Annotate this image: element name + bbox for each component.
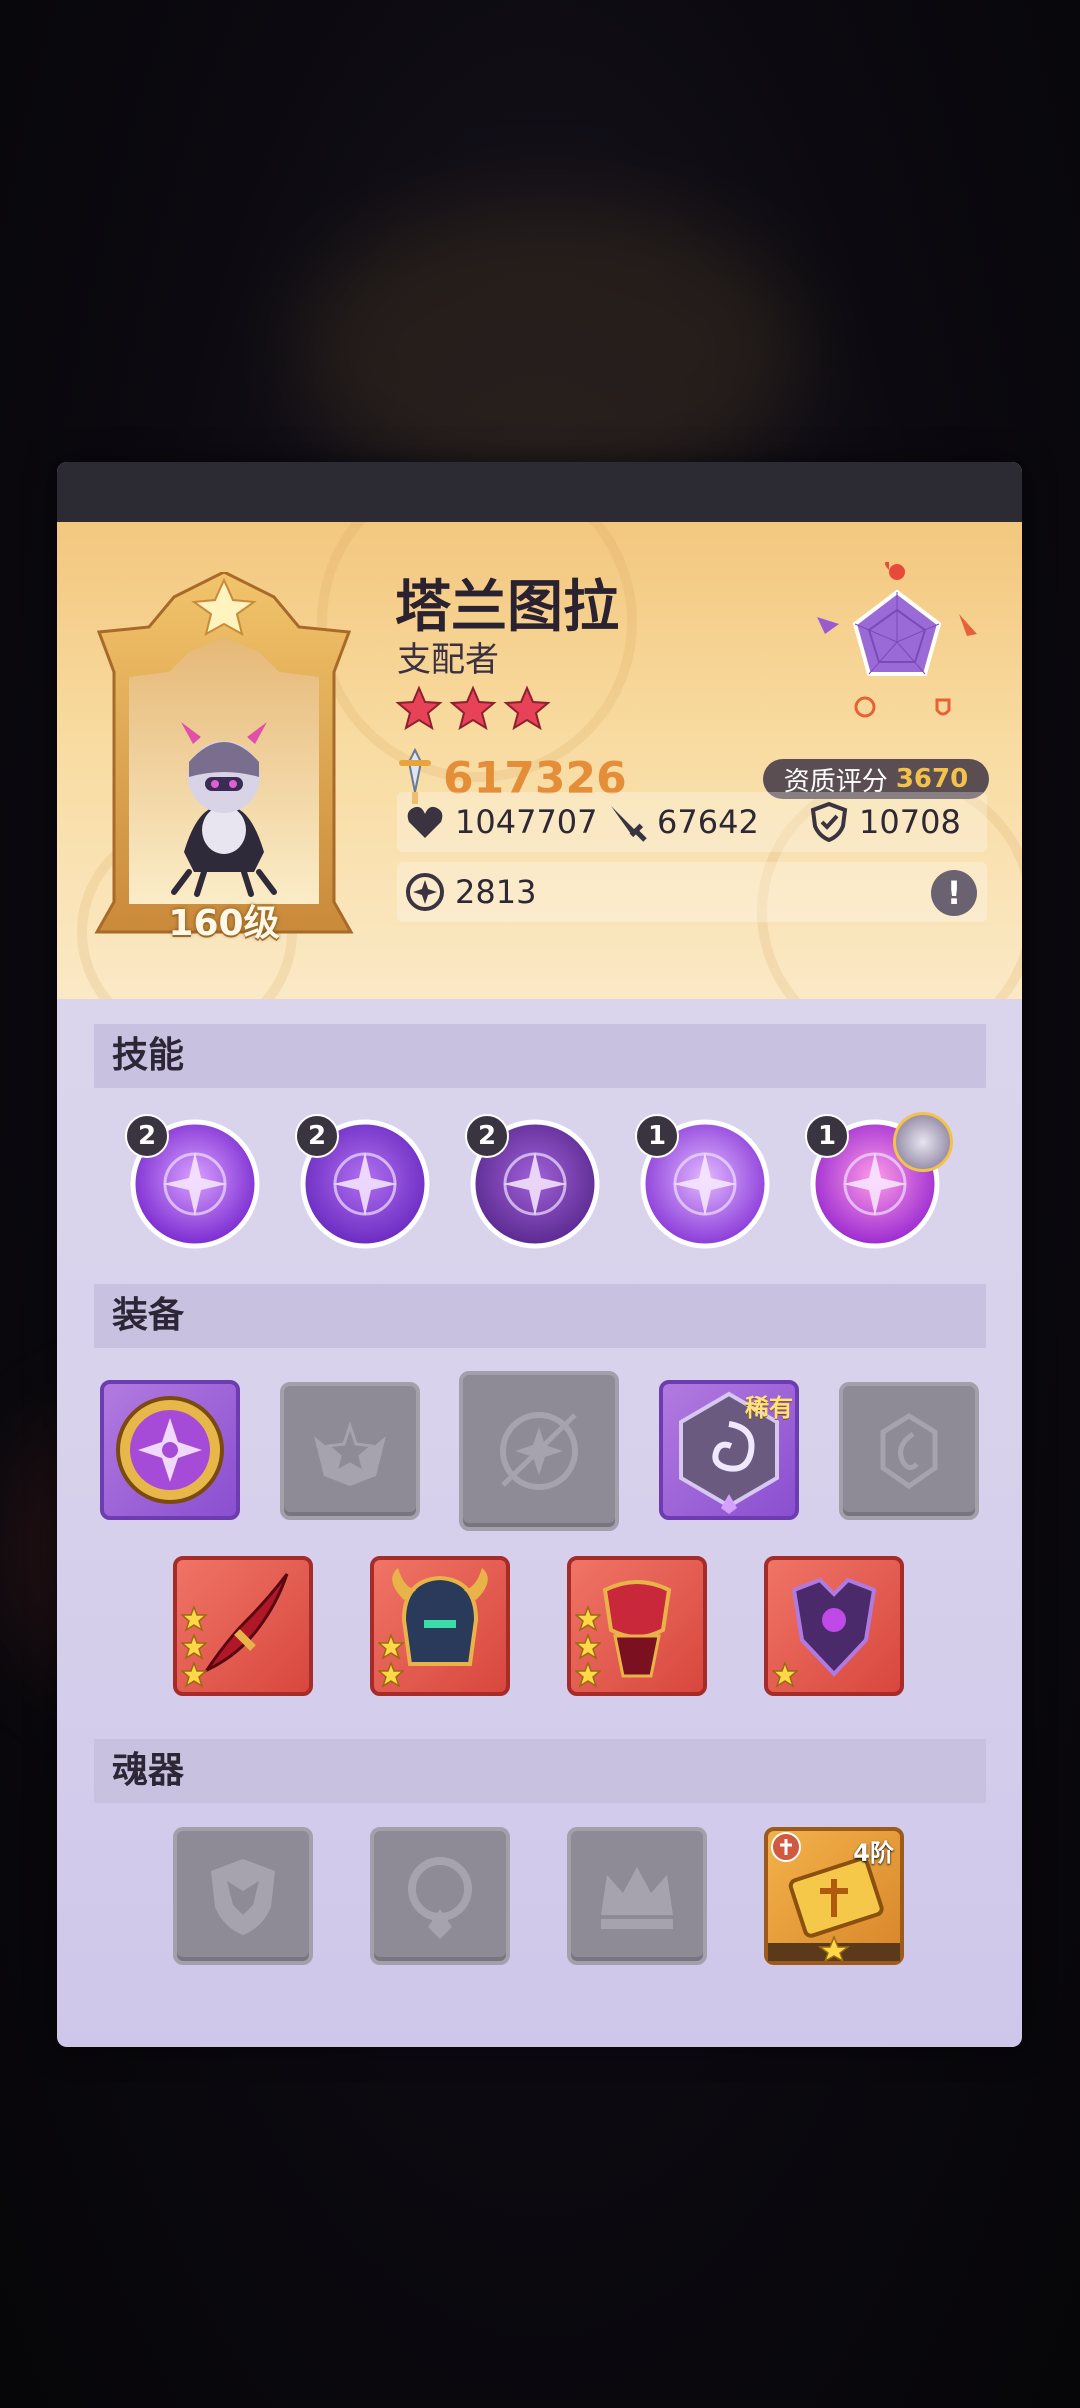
quality-score-value: 3670 [895, 764, 969, 794]
gold-star-icon [575, 1634, 601, 1660]
soul-tier-tag: 4阶 [853, 1839, 894, 1867]
hero-star-rating [395, 685, 551, 733]
rune-slot-3[interactable] [459, 1371, 619, 1531]
gold-star-icon [378, 1662, 404, 1688]
gear-star-rating [575, 1606, 601, 1688]
gold-star-icon [772, 1662, 798, 1688]
skill-level-badge: 2 [295, 1114, 339, 1158]
soul-slot-4[interactable]: 4阶 [764, 1827, 904, 1965]
background-glow [300, 200, 800, 500]
gold-star-icon [575, 1606, 601, 1632]
skill-level-badge: 1 [635, 1114, 679, 1158]
hero-portrait[interactable]: 160级 [89, 572, 359, 944]
drop-ring-icon [408, 1857, 472, 1939]
stat-attack: 67642 [607, 802, 759, 842]
gold-star-icon [181, 1634, 207, 1660]
exclamation-icon: ! [946, 874, 962, 912]
gear-star-rating [181, 1606, 207, 1688]
crest-icon [880, 1413, 938, 1490]
gear-star-rating [772, 1662, 798, 1688]
gold-star-icon [181, 1606, 207, 1632]
portrait-frame-icon [94, 572, 354, 934]
panel-top-bar [57, 462, 1022, 522]
red-star-icon [395, 685, 443, 731]
hero-name: 塔兰图拉 [395, 575, 619, 640]
skill-slot-3[interactable]: 2 [465, 1114, 601, 1250]
rune-slot-1[interactable] [100, 1380, 240, 1520]
soul-slot-1[interactable] [173, 1827, 313, 1965]
skill-level-badge: 1 [805, 1114, 849, 1158]
sword-icon [611, 806, 647, 842]
gold-star-icon [181, 1662, 207, 1688]
section-soul-artifacts-header: 魂器 [94, 1739, 986, 1803]
gear-slot-weapon[interactable] [173, 1556, 313, 1696]
shield-icon [810, 802, 848, 842]
aptitude-radar-icon [817, 562, 977, 718]
skill-avatar [893, 1112, 953, 1172]
gear-slot-armor[interactable] [567, 1556, 707, 1696]
skill-level-badge: 2 [125, 1114, 169, 1158]
shield-icon [211, 1859, 275, 1935]
rune-slot-2[interactable] [280, 1382, 420, 1520]
wing-star-icon [314, 1421, 386, 1486]
stat-hp: 1047707 [405, 803, 598, 841]
rare-tag: 稀有 [745, 1394, 793, 1422]
section-equipment-header: 装备 [94, 1284, 986, 1348]
skill-slot-4[interactable]: 1 [635, 1114, 771, 1250]
gear-star-rating [378, 1634, 404, 1688]
hero-header: 160级 塔兰图拉 支配者 617326 资质评分 3670 1047707 6… [57, 522, 1022, 999]
soul-slot-3[interactable] [567, 1827, 707, 1965]
gold-star-icon [378, 1634, 404, 1660]
gear-slot-helmet[interactable] [370, 1556, 510, 1696]
orbit-star-icon [500, 1412, 578, 1490]
gold-star-icon [575, 1662, 601, 1688]
gear-slot-accessory[interactable] [764, 1556, 904, 1696]
skill-slot-1[interactable]: 2 [125, 1114, 261, 1250]
crown-icon [601, 1867, 673, 1929]
skill-level-badge: 2 [465, 1114, 509, 1158]
soul-slot-2[interactable] [370, 1827, 510, 1965]
compass-rune-icon [116, 1396, 224, 1504]
red-star-icon [449, 685, 497, 731]
heart-icon [407, 806, 443, 838]
skill-slot-2[interactable]: 2 [295, 1114, 431, 1250]
info-button[interactable]: ! [931, 870, 977, 916]
stat-speed: 2813 [405, 872, 536, 912]
rune-slot-5[interactable] [839, 1382, 979, 1520]
stat-row-primary: 1047707 67642 10708 [397, 792, 987, 852]
stat-hp-value: 1047707 [455, 803, 598, 841]
compass-icon [406, 873, 444, 911]
section-skills-header: 技能 [94, 1024, 986, 1088]
red-star-icon [503, 685, 551, 731]
stat-speed-value: 2813 [455, 873, 537, 911]
rune-slot-4[interactable]: 稀有 [659, 1380, 799, 1520]
hero-detail-panel: 160级 塔兰图拉 支配者 617326 资质评分 3670 1047707 6… [57, 462, 1022, 2047]
hero-level: 160级 [168, 903, 280, 944]
stat-attack-value: 67642 [657, 803, 759, 841]
stat-row-secondary: 2813 ! [397, 862, 987, 922]
stat-defense-value: 10708 [859, 803, 961, 841]
hero-role: 支配者 [397, 640, 499, 680]
stat-defense: 10708 [809, 802, 961, 842]
